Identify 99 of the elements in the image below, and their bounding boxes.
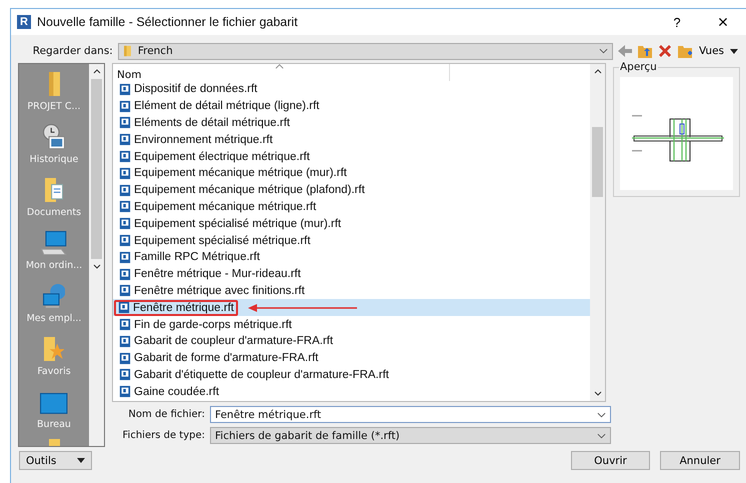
window-title: Nouvelle famille - Sélectionner le fichier gabarit: [37, 15, 299, 29]
file-name-label: Nom de fichier:: [127, 409, 206, 420]
file-row[interactable]: Famille RPC Métrique.rft: [113, 248, 590, 266]
family-file-icon: [119, 116, 131, 130]
help-button[interactable]: ?: [654, 9, 700, 35]
file-name: Equipement électrique métrique.rft: [134, 150, 310, 163]
family-file-icon: [118, 301, 130, 314]
folder-up-icon[interactable]: [636, 43, 653, 59]
file-row[interactable]: Fenêtre métrique - Mur-rideau.rft: [113, 266, 590, 283]
family-file-icon: [119, 284, 131, 298]
close-button[interactable]: ×: [700, 9, 746, 35]
file-type-dropdown[interactable]: Fichiers de gabarit de famille (*.rft): [210, 427, 611, 444]
file-row[interactable]: Fenêtre métrique.rft: [113, 299, 590, 316]
family-file-icon: [119, 250, 131, 264]
chevron-icon: [597, 432, 606, 438]
desktop-icon: [40, 393, 68, 414]
family-file-icon: [119, 368, 131, 382]
family-file-icon: [119, 234, 131, 248]
family-file-icon: [119, 82, 131, 96]
network-computer-icon: [42, 284, 66, 308]
chevron-icon: [597, 412, 606, 418]
file-name: Fenêtre métrique.rft: [133, 302, 234, 314]
file-row[interactable]: Elément de détail métrique (ligne).rft: [113, 98, 590, 115]
file-row[interactable]: Eléments de détail métrique.rft: [113, 114, 590, 132]
tools-menu-button[interactable]: Outils: [19, 451, 92, 470]
file-row[interactable]: Gaine coudée.rft: [113, 383, 590, 400]
file-name: Equipement spécialisé métrique (mur).rft: [134, 218, 342, 230]
file-row[interactable]: Fin de garde-corps métrique.rft: [113, 316, 590, 333]
file-name: Dispositif de données.rft: [134, 83, 258, 96]
open-button[interactable]: Ouvrir: [571, 451, 650, 470]
chevron-icon: [598, 48, 608, 54]
scrollbar[interactable]: [590, 64, 605, 401]
file-name: Gabarit de coupleur d'armature-FRA.rft: [134, 335, 334, 348]
file-row[interactable]: Environnement métrique.rft: [113, 131, 590, 148]
file-row[interactable]: Gabarit de coupleur d'armature-FRA.rft: [113, 332, 590, 350]
new-folder-icon[interactable]: [676, 43, 693, 59]
preview-title: Aperçu: [619, 61, 658, 73]
file-row[interactable]: Equipement spécialisé métrique (mur).rft: [113, 215, 590, 232]
cancel-button[interactable]: Annuler: [660, 451, 740, 470]
family-file-icon: [119, 334, 131, 348]
file-row[interactable]: Equipement spécialisé métrique.rft: [113, 232, 590, 249]
file-name: Gabarit de forme d'armature-FRA.rft: [134, 352, 318, 364]
scrollbar[interactable]: [89, 64, 104, 446]
file-type-label: Fichiers de type:: [122, 430, 206, 441]
scrollbar-thumb[interactable]: [592, 127, 603, 197]
file-name: Famille RPC Métrique.rft: [134, 251, 260, 264]
folder-icon: [122, 45, 132, 57]
file-name: Fin de garde-corps métrique.rft: [134, 318, 292, 331]
file-row[interactable]: Gabarit de forme d'armature-FRA.rft: [113, 350, 590, 367]
file-name: Gabarit d'étiquette de coupleur d'armature-FRA.rft: [134, 368, 389, 381]
file-name: Equipement mécanique métrique.rft: [134, 200, 316, 213]
scroll-up-icon[interactable]: [594, 69, 602, 74]
family-file-icon: [119, 318, 131, 332]
dropdown-arrow-icon: [77, 458, 85, 463]
column-header[interactable]: Nom: [113, 64, 450, 81]
views-menu-button[interactable]: Vues: [696, 45, 740, 57]
file-row[interactable]: Equipement mécanique métrique (mur).rft: [113, 164, 590, 182]
look-in-dropdown[interactable]: French: [118, 42, 613, 60]
family-file-icon: [119, 385, 131, 398]
family-file-icon: [119, 166, 131, 180]
file-row[interactable]: Equipement électrique métrique.rft: [113, 148, 590, 165]
look-in-label: Regarder dans:: [32, 45, 114, 57]
family-file-icon: [119, 150, 131, 164]
file-row[interactable]: Dispositif de données.rft: [113, 81, 590, 98]
file-name: Eléments de détail métrique.rft: [134, 116, 290, 129]
folder-with-star-icon: [44, 336, 64, 361]
delete-icon[interactable]: [656, 43, 673, 59]
file-name-field[interactable]: Fenêtre métrique.rft: [210, 406, 611, 423]
family-file-icon: [119, 268, 131, 281]
family-file-icon: [119, 352, 131, 365]
app-logo: R: [17, 15, 31, 29]
family-file-icon: [119, 217, 131, 230]
file-name: Equipement mécanique métrique (mur).rft: [134, 167, 347, 180]
scroll-down-icon[interactable]: [594, 391, 602, 396]
sort-caret-icon: [275, 64, 284, 69]
folder-icon: [48, 72, 60, 96]
back-arrow-icon[interactable]: [616, 43, 633, 59]
file-row[interactable]: Equipement mécanique métrique (plafond).rft: [113, 182, 590, 199]
file-name: Gaine coudée.rft: [134, 386, 220, 398]
scrollbar-thumb[interactable]: [91, 79, 102, 259]
file-row[interactable]: Gabarit d'étiquette de coupleur d'armature-FRA.rft: [113, 366, 590, 384]
file-row[interactable]: Equipement mécanique métrique.rft: [113, 198, 590, 216]
file-row[interactable]: Fenêtre métrique avec finitions.rft: [113, 282, 590, 300]
scroll-up-icon[interactable]: [92, 69, 100, 74]
file-name: Elément de détail métrique (ligne).rft: [134, 100, 320, 112]
dropdown-arrow-icon: [730, 48, 738, 54]
family-file-icon: [119, 184, 131, 197]
file-name: Fenêtre métrique avec finitions.rft: [134, 284, 305, 297]
family-file-icon: [119, 133, 131, 146]
scroll-down-icon[interactable]: [92, 264, 100, 269]
computer-icon: [41, 230, 67, 255]
file-name: Environnement métrique.rft: [134, 134, 273, 146]
clock-with-picture-icon: [43, 124, 65, 149]
folder-with-document-icon: [44, 178, 64, 202]
file-name: Equipement spécialisé métrique.rft: [134, 234, 310, 247]
file-name: Equipement mécanique métrique (plafond).rft: [134, 184, 365, 196]
file-name: Fenêtre métrique - Mur-rideau.rft: [134, 268, 301, 280]
family-file-icon: [119, 100, 131, 113]
family-file-icon: [119, 200, 131, 214]
